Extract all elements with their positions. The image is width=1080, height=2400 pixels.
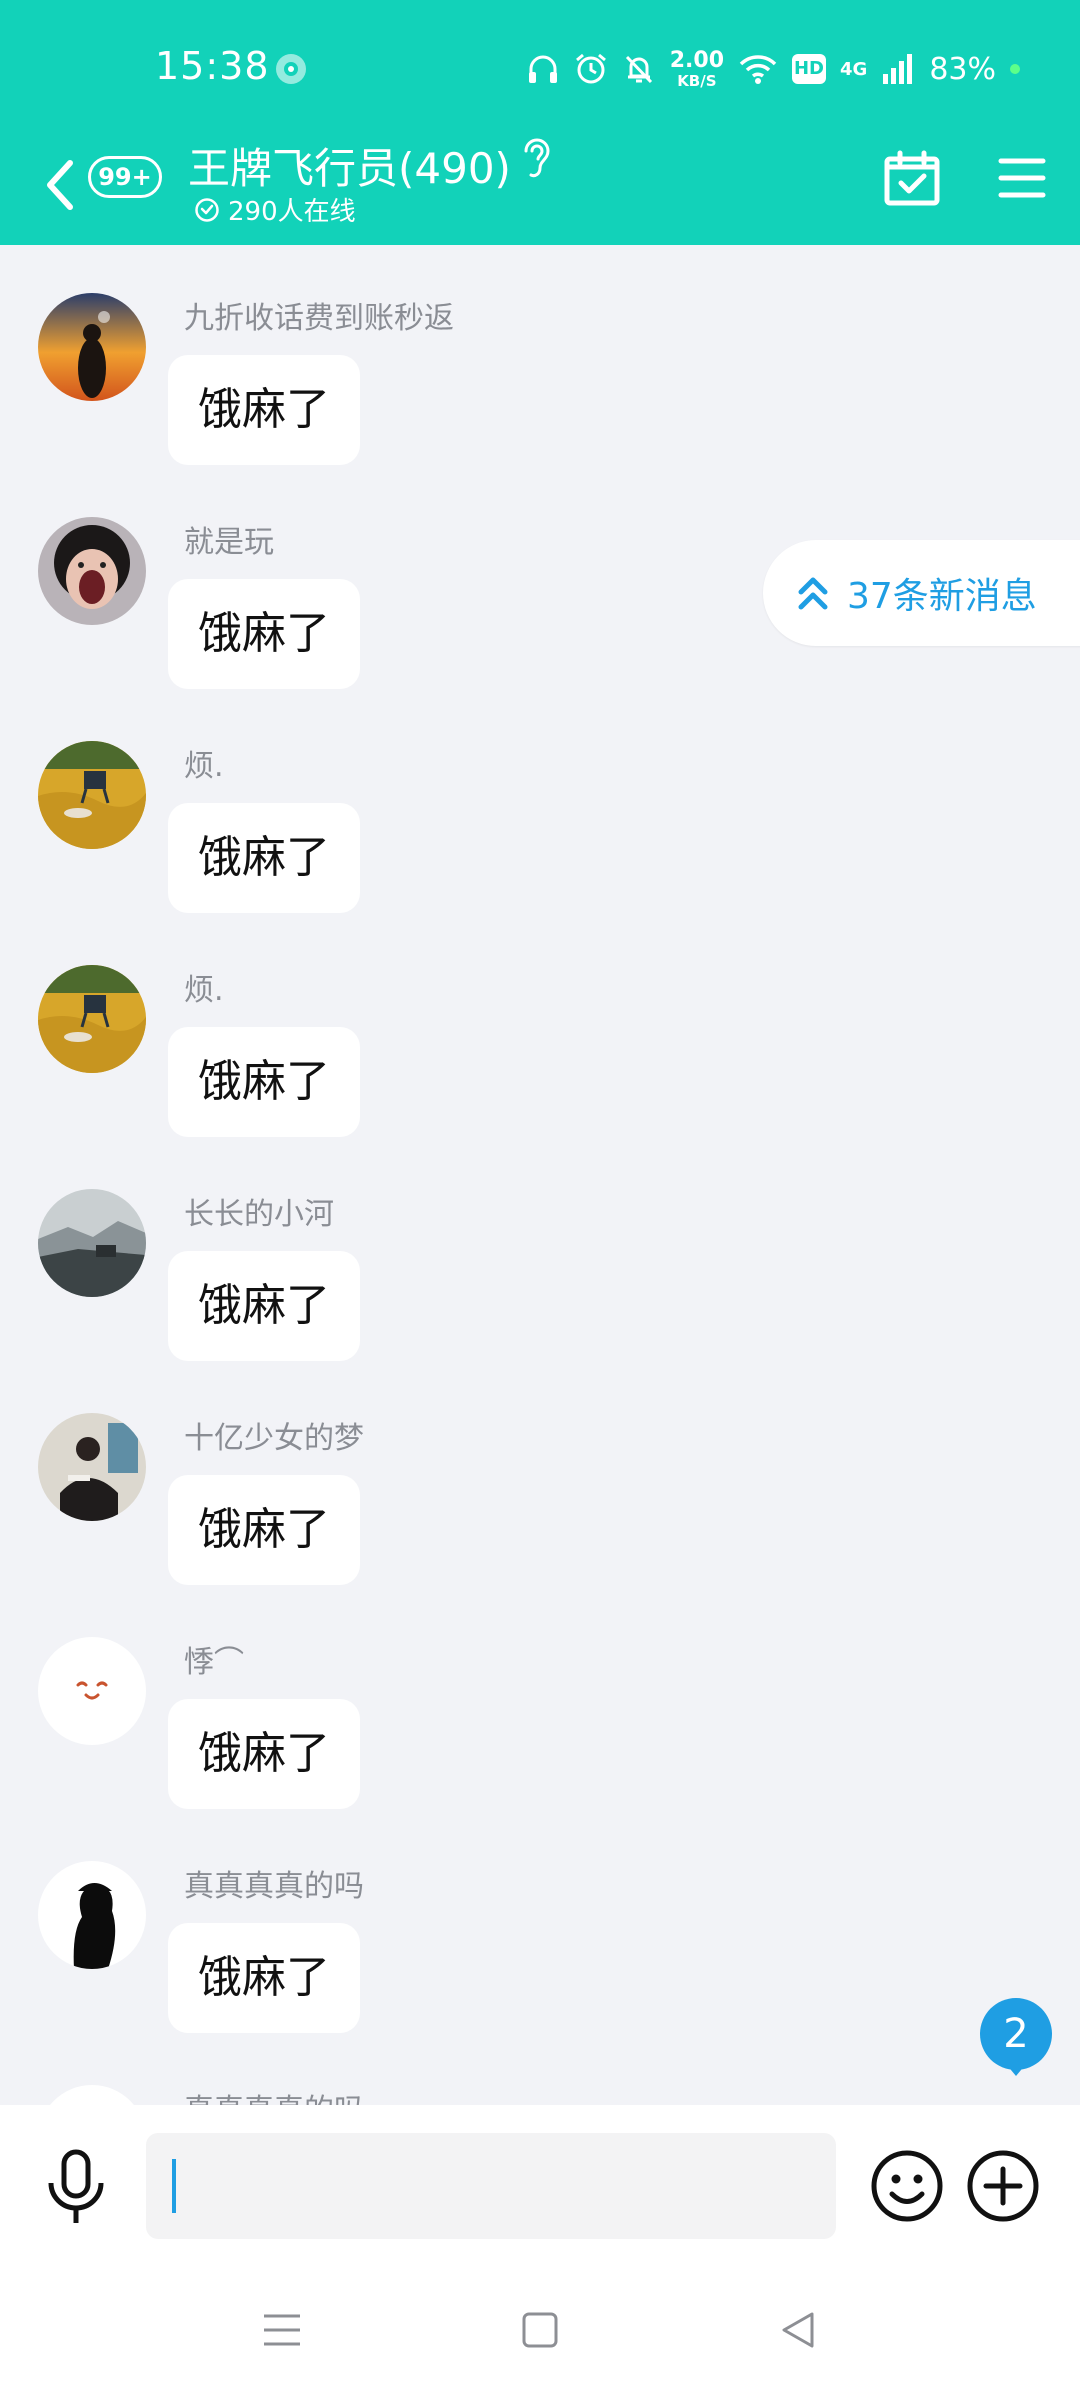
sender-name: 烦.: [184, 973, 224, 1008]
ear-icon[interactable]: [520, 135, 554, 181]
chat-header: 99+ 王牌飞行员(490) 290人在线: [0, 135, 1080, 245]
mute-bell-icon: [625, 55, 652, 84]
avatar[interactable]: [38, 1413, 146, 1521]
message-bubble[interactable]: 饿麻了: [168, 579, 360, 689]
double-chevron-up-icon: [798, 577, 828, 610]
mention-count-badge[interactable]: 2: [980, 1998, 1052, 2078]
sender-name: 九折收话费到账秒返: [184, 301, 454, 336]
notification-app-icon: [276, 54, 306, 84]
message-item: 悸⌒ 饿麻了: [0, 1589, 1080, 1813]
avatar[interactable]: [38, 2085, 146, 2105]
battery-percent: 83%: [929, 51, 996, 87]
online-status[interactable]: 290人在线: [194, 191, 356, 228]
unread-count-badge[interactable]: 99+: [88, 156, 162, 198]
text-caret: [172, 2159, 176, 2213]
alarm-icon: [575, 53, 606, 84]
message-item: 长长的小河 饿麻了: [0, 1141, 1080, 1365]
message-item: 真真真真的吗 饿麻了: [0, 1813, 1080, 2037]
message-item: 烦. 饿麻了: [0, 917, 1080, 1141]
avatar[interactable]: [38, 1861, 146, 1969]
avatar[interactable]: [38, 965, 146, 1073]
message-bubble[interactable]: 饿麻了: [168, 1923, 360, 2033]
microphone-icon[interactable]: [44, 2149, 108, 2227]
group-title[interactable]: 王牌飞行员(490): [188, 135, 511, 196]
recent-apps-icon[interactable]: [262, 2310, 302, 2350]
message-item: 十亿少女的梦 饿麻了: [0, 1365, 1080, 1589]
back-arrow-icon[interactable]: [40, 153, 80, 217]
signal-icon: [883, 54, 913, 84]
avatar[interactable]: [38, 1637, 146, 1745]
network-speed: 2.00 KB/S: [669, 47, 724, 90]
menu-icon[interactable]: [998, 155, 1046, 201]
home-icon[interactable]: [520, 2310, 560, 2350]
message-bubble[interactable]: 饿麻了: [168, 803, 360, 913]
avatar[interactable]: [38, 1189, 146, 1297]
sender-name: 长长的小河: [184, 1197, 334, 1232]
emoji-icon[interactable]: [870, 2149, 944, 2223]
status-time: 15:38: [155, 44, 270, 88]
sender-name: 真真真真的吗: [184, 2085, 364, 2105]
avatar[interactable]: [38, 517, 146, 625]
network-speed-unit: KB/S: [677, 71, 717, 90]
avatar[interactable]: [38, 293, 146, 401]
status-bar: 15:38 2.00 KB/S HD 4G 83%: [0, 0, 1080, 135]
sender-name: 烦.: [184, 749, 224, 784]
sender-name: 真真真真的吗: [184, 1869, 364, 1904]
hd-badge: HD: [792, 54, 826, 84]
mention-count: 2: [1003, 2011, 1029, 2057]
sender-name: 就是玩: [184, 525, 274, 560]
online-check-icon: [195, 197, 219, 222]
message-bubble[interactable]: 饿麻了: [168, 1251, 360, 1361]
new-messages-label: 37条新消息: [847, 576, 1037, 617]
input-bar: [0, 2105, 1080, 2265]
message-bubble[interactable]: 饿麻了: [168, 1027, 360, 1137]
avatar[interactable]: [38, 741, 146, 849]
message-bubble[interactable]: 饿麻了: [168, 1699, 360, 1809]
back-triangle-icon[interactable]: [778, 2310, 818, 2350]
message-list[interactable]: 九折收话费到账秒返 饿麻了 就是玩 饿麻了 烦. 饿麻了 烦. 饿麻了 长长的小…: [0, 245, 1080, 2105]
message-bubble[interactable]: 饿麻了: [168, 355, 360, 465]
new-messages-pill[interactable]: 37条新消息: [763, 540, 1080, 646]
sender-name: 十亿少女的梦: [184, 1421, 364, 1456]
status-icons: 2.00 KB/S HD 4G 83%: [526, 44, 1020, 94]
charging-dot: [1010, 64, 1020, 74]
calendar-check-icon[interactable]: [884, 150, 940, 206]
headphones-icon: [528, 55, 557, 83]
network-type: 4G: [840, 58, 868, 80]
online-count: 290人在线: [228, 197, 356, 227]
system-nav-bar: [0, 2265, 1080, 2400]
network-speed-value: 2.00: [669, 47, 724, 73]
message-item: 烦. 饿麻了: [0, 693, 1080, 917]
sender-name: 悸⌒: [184, 1645, 244, 1680]
message-bubble[interactable]: 饿麻了: [168, 1475, 360, 1585]
message-item: 真真真真的吗: [0, 2037, 1080, 2105]
chat-screen: 15:38 2.00 KB/S HD 4G 83% 99+ 王牌飞行员(490)…: [0, 0, 1080, 2400]
message-item: 九折收话费到账秒返 饿麻了: [0, 245, 1080, 469]
message-input[interactable]: [146, 2133, 836, 2239]
plus-icon[interactable]: [966, 2149, 1040, 2223]
wifi-icon: [739, 55, 777, 84]
